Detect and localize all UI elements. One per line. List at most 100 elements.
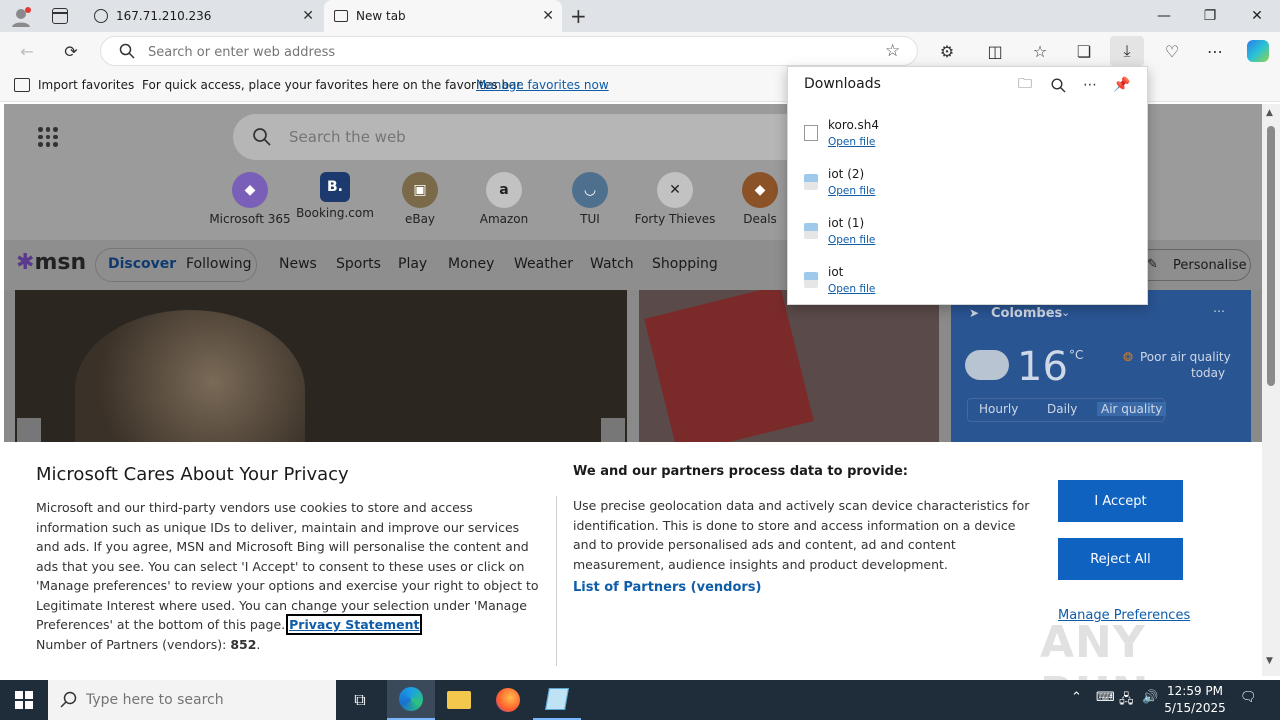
accept-button[interactable]: I Accept [1058, 480, 1183, 522]
personalise-button[interactable]: ✎ Personalise [1134, 249, 1251, 281]
nav-following[interactable]: Following [186, 256, 252, 272]
taskbar: ⧉ ⌃ ⌨ 🖧 🔊 12:59 PM 5/15/2025 🗨 [0, 680, 1280, 720]
privacy-consent-banner: Microsoft Cares About Your Privacy Micro… [4, 442, 1262, 719]
profile-icon[interactable] [10, 6, 32, 28]
nav-watch[interactable]: Watch [590, 256, 634, 272]
msn-logo[interactable]: ✱msn [16, 250, 86, 275]
restore-button[interactable]: ❐ [1187, 0, 1233, 32]
tab-air-quality[interactable]: Air quality [1097, 402, 1167, 416]
taskbar-search[interactable] [48, 680, 336, 720]
notifications-icon[interactable]: 🗨 [1240, 690, 1257, 705]
minimize-button[interactable]: — [1141, 0, 1187, 32]
import-favorites-link[interactable]: Import favorites [38, 78, 134, 92]
task-view-icon[interactable]: ⧉ [336, 680, 384, 720]
scroll-thumb[interactable] [1267, 126, 1275, 386]
vaccine-sign-image [644, 290, 814, 450]
nav-money[interactable]: Money [448, 256, 494, 272]
covid-story-card[interactable] [639, 290, 939, 450]
nav-sports[interactable]: Sports [336, 256, 381, 272]
tab-new-tab[interactable]: New tab ✕ [324, 0, 562, 32]
network-icon[interactable]: 🖧 [1119, 690, 1134, 712]
browser-essentials-icon[interactable]: ♡ [1157, 36, 1187, 66]
scroll-down-icon[interactable]: ▼ [1266, 656, 1273, 666]
nav-discover[interactable]: Discover [108, 256, 176, 272]
collections-icon[interactable]: ❏ [1069, 36, 1099, 66]
featured-story-card[interactable] [15, 290, 627, 450]
tab-actions-icon[interactable] [52, 8, 68, 24]
tui-icon: ◡ [572, 172, 608, 208]
weather-location[interactable]: Colombes [991, 306, 1062, 321]
address-bar[interactable]: ☆ [100, 36, 918, 66]
quick-link-forty-thieves[interactable]: ✕ Forty Thieves [633, 172, 717, 226]
search-downloads-icon[interactable] [1046, 73, 1070, 97]
download-item[interactable]: iot Open file [788, 258, 1147, 306]
device-icon[interactable]: ⌨ [1096, 690, 1115, 705]
app-file-icon [804, 223, 818, 239]
clock[interactable]: 12:59 PM 5/15/2025 [1160, 683, 1230, 717]
new-tab-button[interactable]: + [570, 4, 590, 28]
scroll-up-icon[interactable]: ▲ [1266, 108, 1273, 118]
tab-hourly[interactable]: Hourly [979, 402, 1018, 416]
open-folder-icon[interactable]: 🗀 [1013, 73, 1037, 97]
pin-icon[interactable]: 📌 [1110, 73, 1134, 97]
edge-taskbar-icon[interactable] [387, 680, 435, 720]
close-tab-icon[interactable]: ✕ [542, 9, 554, 23]
import-icon[interactable] [14, 78, 30, 92]
quick-link-amazon[interactable]: a Amazon [462, 172, 546, 226]
partners-list-link[interactable]: List of Partners (vendors) [573, 580, 761, 595]
notepad-icon[interactable] [533, 680, 581, 720]
quick-link-ebay[interactable]: ▣ eBay [378, 172, 462, 226]
download-item[interactable]: iot (1) Open file [788, 209, 1147, 257]
search-icon [119, 43, 135, 62]
weather-more-icon[interactable]: ⋯ [1213, 304, 1225, 318]
clock-time: 12:59 PM [1167, 684, 1223, 698]
quick-link-microsoft-365[interactable]: ◆ Microsoft 365 [208, 172, 292, 226]
tab-site[interactable]: 167.71.210.236 ✕ [84, 0, 322, 32]
open-file-link[interactable]: Open file [828, 136, 875, 148]
nav-shopping[interactable]: Shopping [652, 256, 718, 272]
weather-card[interactable]: ➤ Colombes ⌄ ⋯ 16 °C ❂ Poor air quality … [951, 290, 1251, 450]
web-search-box[interactable] [233, 114, 873, 160]
nav-news[interactable]: News [279, 256, 317, 272]
search-icon [60, 691, 77, 711]
refresh-button[interactable]: ⟳ [56, 36, 86, 66]
nav-weather[interactable]: Weather [514, 256, 573, 272]
extensions-icon[interactable]: ⚙ [932, 36, 962, 66]
quick-link-booking[interactable]: B. Booking.com [293, 172, 377, 220]
start-button[interactable] [0, 680, 48, 720]
divider [556, 496, 557, 666]
file-explorer-icon[interactable] [435, 680, 483, 720]
firefox-icon[interactable] [484, 680, 532, 720]
copilot-icon[interactable] [1243, 36, 1273, 66]
quick-link-tui[interactable]: ◡ TUI [548, 172, 632, 226]
open-file-link[interactable]: Open file [828, 234, 875, 246]
weather-temp: 16 [1017, 344, 1068, 390]
more-options-icon[interactable]: ⋯ [1078, 73, 1102, 97]
privacy-statement-link[interactable]: Privacy Statement [286, 614, 423, 635]
manage-favorites-link[interactable]: Manage favorites now [476, 78, 609, 92]
favorite-star-icon[interactable]: ☆ [885, 41, 900, 61]
close-tab-icon[interactable]: ✕ [302, 9, 314, 23]
favorites-icon[interactable]: ☆ [1025, 36, 1055, 66]
downloads-icon[interactable]: ⤓ [1110, 36, 1144, 66]
open-file-link[interactable]: Open file [828, 185, 875, 197]
more-options-icon[interactable]: ⋯ [1200, 36, 1230, 66]
split-screen-icon[interactable]: ◫ [980, 36, 1010, 66]
nav-play[interactable]: Play [398, 256, 427, 272]
open-file-link[interactable]: Open file [828, 283, 875, 295]
download-item[interactable]: iot (2) Open file [788, 160, 1147, 208]
close-window-button[interactable]: ✕ [1234, 0, 1280, 32]
taskbar-search-input[interactable] [86, 691, 326, 709]
app-file-icon [804, 174, 818, 190]
tab-daily[interactable]: Daily [1047, 402, 1077, 416]
download-item[interactable]: koro.sh4 Open file [788, 111, 1147, 159]
address-input[interactable] [148, 43, 848, 61]
deals-icon: ◆ [742, 172, 778, 208]
apps-grid-icon[interactable] [38, 127, 58, 147]
page-scrollbar[interactable]: ▲ ▼ [1262, 104, 1280, 676]
back-button[interactable]: ← [12, 36, 42, 66]
reject-all-button[interactable]: Reject All [1058, 538, 1183, 580]
web-search-input[interactable] [289, 127, 689, 147]
chevron-up-icon[interactable]: ⌃ [1071, 690, 1082, 705]
volume-icon[interactable]: 🔊 [1142, 690, 1158, 705]
